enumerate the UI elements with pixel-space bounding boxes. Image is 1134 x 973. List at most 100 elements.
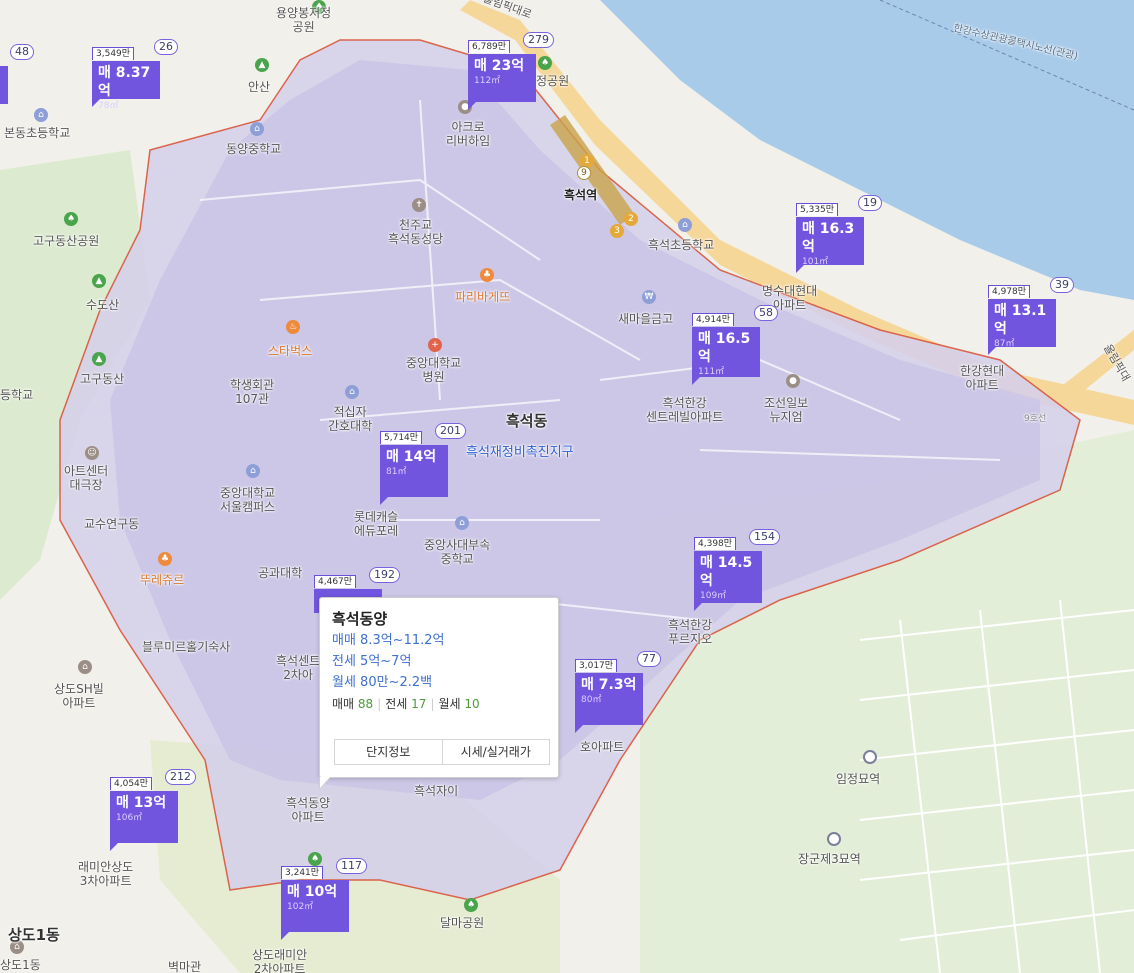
listing-main: 매 8.37억 — [98, 65, 151, 99]
popup-sale-range: 매매 8.3억~11.2억 — [332, 633, 445, 648]
listing-area: 101㎡ — [802, 257, 829, 267]
listing-main: 매 13.1억 — [994, 303, 1047, 337]
place-label: 조선일보 뉴지엄 — [764, 396, 809, 424]
sale-count-label: 매매 — [332, 697, 355, 711]
complex-info-button[interactable]: 단지정보 — [335, 740, 442, 764]
place-label: 상도1동 — [8, 926, 60, 944]
school-icon: ⌂ — [250, 122, 264, 136]
listing-marker[interactable]: 5,335만 19 매 16.3억 101㎡ — [796, 195, 882, 273]
church-icon: ✝ — [412, 198, 426, 212]
listing-marker[interactable]: 3,549만 26 매 8.37억 78㎡ — [92, 39, 178, 111]
popup-title: 흑석동양 — [332, 610, 388, 628]
listing-count: 154 — [749, 529, 780, 545]
price-history-button[interactable]: 시세/실거래가 — [441, 740, 550, 764]
listing-main: 매 16.5억 — [698, 331, 751, 365]
listing-marker[interactable]: 4,398만 154 매 14.5억 109㎡ — [694, 529, 780, 611]
place-label: 공과대학 — [258, 566, 303, 580]
listing-marker[interactable]: 4,978만 39 매 13.1억 87㎡ — [988, 277, 1074, 355]
listing-marker[interactable]: 3,241만 117 매 10억 102㎡ — [281, 858, 367, 940]
place-label: 고구동산공원 — [33, 234, 100, 248]
memorial-icon — [827, 832, 841, 846]
place-label: 고구동산 — [80, 372, 125, 386]
station-label[interactable]: 흑석역 — [564, 188, 597, 202]
place-label: 흑석한강 푸르지오 — [668, 618, 713, 646]
bank-icon: ₩ — [642, 290, 656, 304]
marker-pointer — [694, 603, 702, 611]
separator: | — [430, 697, 435, 711]
place-label: 파리바게뜨 — [455, 290, 511, 304]
listing-area: 78㎡ — [98, 101, 119, 111]
marker-pointer — [281, 932, 289, 940]
place-label: 수도산 — [86, 298, 120, 312]
line-badge: 3 — [610, 224, 624, 238]
place-label: 래미안상도 3차아파트 — [78, 860, 134, 888]
listing-area: 109㎡ — [700, 591, 727, 601]
jeonse-count: 17 — [411, 697, 427, 711]
place-label: 중앙사대부속 중학교 — [424, 538, 491, 566]
listing-area: 87㎡ — [994, 339, 1015, 349]
place-label: 벽마관 — [168, 960, 202, 973]
place-label: 상도1동 — [0, 958, 41, 972]
listing-count: 279 — [523, 32, 554, 48]
place-label: 스타벅스 — [268, 344, 313, 358]
place-label: 상도래미안 2차아파트 — [252, 948, 308, 973]
listing-main: 매 13억 — [116, 795, 167, 811]
listing-count: 212 — [165, 769, 196, 785]
monthly-count-label: 월세 — [438, 697, 461, 711]
place-label: 중앙대학교 병원 — [406, 356, 462, 384]
museum-icon: ● — [786, 374, 800, 388]
place-label: 아크로 리버하임 — [446, 120, 491, 148]
listing-marker[interactable]: 48 — [0, 44, 34, 104]
complex-info-popup[interactable]: 흑석동양 매매 8.3억~11.2억 전세 5억~7억 월세 80만~2.2백 … — [319, 597, 559, 790]
place-label: 임정묘역 — [836, 772, 881, 786]
place-label: 교수연구동 — [84, 517, 140, 531]
place-label: 학생회관 107관 — [230, 378, 275, 406]
listing-main: 매 14억 — [386, 449, 437, 465]
apartment-icon: ⌂ — [78, 660, 92, 674]
listing-price: 4,398만 — [694, 537, 737, 550]
hospital-icon: + — [428, 338, 442, 352]
listing-area: 80㎡ — [581, 695, 602, 705]
bakery-icon: ♣ — [480, 268, 494, 282]
place-label: 한강현대 아파트 — [960, 364, 1005, 392]
park-icon: ♠ — [308, 852, 322, 866]
listing-marker[interactable]: 5,714만 201 매 14억 81㎡ — [380, 423, 466, 505]
park-icon: ♠ — [64, 212, 78, 226]
listing-area: 112㎡ — [474, 76, 501, 86]
sale-count: 88 — [357, 697, 374, 711]
listing-marker[interactable]: 4,914만 58 매 16.5억 111㎡ — [692, 305, 778, 385]
school-icon: ⌂ — [345, 385, 359, 399]
place-label: 흑석초등학교 — [648, 238, 715, 252]
listing-count: 19 — [858, 195, 882, 211]
place-label: 용양봉저정 공원 — [276, 6, 332, 34]
park-icon: ♠ — [538, 56, 552, 70]
place-label: 상도SH빌 아파트 — [54, 682, 104, 710]
listing-count: 58 — [754, 305, 778, 321]
jeonse-count-label: 전세 — [385, 697, 408, 711]
place-label: 안산 — [248, 80, 271, 94]
listing-price: 3,017만 — [575, 659, 618, 672]
separator: | — [377, 697, 382, 711]
popup-jeonse-range: 전세 5억~7억 — [332, 654, 412, 669]
marker-pointer — [380, 497, 388, 505]
listing-marker[interactable]: 4,054만 212 매 13억 106㎡ — [110, 769, 196, 851]
memorial-icon — [863, 750, 877, 764]
listing-marker[interactable]: 3,017만 77 매 7.3억 80㎡ — [575, 651, 661, 733]
listing-count: 26 — [154, 39, 178, 55]
place-label: 천주교 흑석동성당 — [388, 218, 444, 246]
place-label: 동양중학교 — [226, 142, 282, 156]
map-canvas[interactable]: 1 9 2 3 ♠ ♠ ▲ ⌂ ⌂ ● ♠ ✝ ⌂ ▲ ♣ ₩ ♨ + ▲ ⌂ … — [0, 0, 1134, 973]
listing-count: 117 — [336, 858, 367, 874]
listing-marker[interactable]: 6,789만 279 매 23억 112㎡ — [468, 32, 554, 110]
listing-price: 6,789만 — [468, 40, 511, 53]
listing-area: 111㎡ — [698, 367, 725, 377]
listing-area: 81㎡ — [386, 467, 407, 477]
listing-price: 3,549만 — [92, 47, 135, 60]
listing-count: 48 — [10, 44, 34, 60]
place-label: 흑석센트 2차아 — [276, 654, 321, 682]
marker-pointer — [468, 102, 476, 110]
place-label: 블루미르홀기숙사 — [142, 640, 231, 654]
mountain-icon: ▲ — [255, 58, 269, 72]
school-icon: ⌂ — [246, 464, 260, 478]
place-label: 흑석동양 아파트 — [286, 796, 331, 824]
